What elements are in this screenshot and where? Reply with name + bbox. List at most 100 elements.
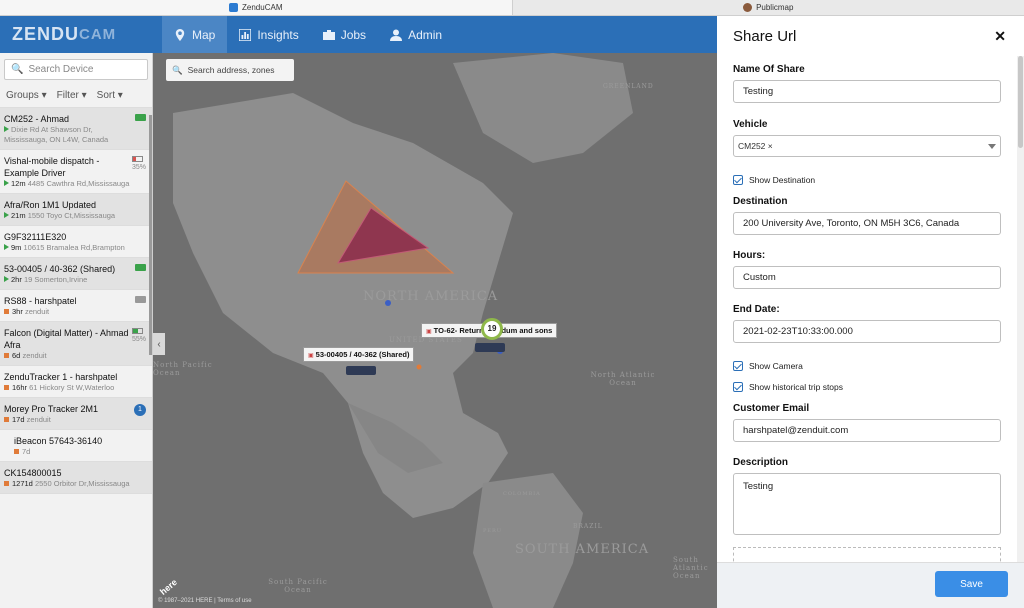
- remove-chip-icon[interactable]: ×: [768, 141, 773, 151]
- zenducam-favicon-icon: [229, 3, 239, 12]
- map-copyright[interactable]: © 1987–2021 HERE | Terms of use: [158, 598, 252, 604]
- customer-email-value: harshpatel@zenduit.com: [743, 425, 849, 436]
- vehicle-map-label[interactable]: ▣ 53-00405 / 40-362 (Shared): [303, 347, 415, 362]
- stopped-icon: [4, 417, 9, 422]
- sidebar-scrollbar[interactable]: [149, 115, 152, 355]
- vehicle-row[interactable]: Vishal-mobile dispatch - Example Driver …: [0, 150, 152, 194]
- browser-tab-publicmap[interactable]: Publicmap: [513, 0, 1024, 15]
- vehicle-meta: 1271d 2550 Orbitor Dr,Mississauga: [4, 479, 134, 489]
- vehicle-name: CM252 - Ahmad: [4, 114, 70, 124]
- logo-main: ZENDU: [12, 24, 79, 44]
- vehicle-row[interactable]: CM252 - Ahmad Dixie Rd At Shawson Dr, Mi…: [0, 108, 152, 150]
- vehicle-time: 6d: [12, 351, 21, 360]
- vehicle-row[interactable]: Falcon (Digital Matter) - Ahmad Afra 6d …: [0, 322, 152, 366]
- map-view[interactable]: 🔍 Search address, zones ‹ GREENLAND NORT…: [153, 53, 717, 608]
- browser-tab-zenducam[interactable]: ZenduCAM: [0, 0, 513, 15]
- vehicle-row[interactable]: Morey Pro Tracker 2M1 17d zenduit 1: [0, 398, 152, 430]
- share-url-panel: Share Url ✕ Name Of Share Testing Vehicl…: [717, 16, 1024, 608]
- vehicle-time: 16hr: [12, 383, 28, 392]
- vehicle-meta: 16hr 61 Hickory St W,Waterloo: [4, 383, 134, 393]
- destination-input[interactable]: 200 University Ave, Toronto, ON M5H 3C6,…: [733, 212, 1001, 235]
- vehicle-row[interactable]: ZenduTracker 1 - harshpatel 16hr 61 Hick…: [0, 366, 152, 398]
- vehicle-meta: 9m 10615 Bramalea Rd,Brampton: [4, 243, 134, 253]
- vehicle-time: 2hr: [11, 275, 22, 284]
- nav-jobs-label: Jobs: [340, 27, 367, 42]
- vehicle-meta: 3hr zenduit: [4, 307, 134, 317]
- filter-dropdown[interactable]: Filter ▾: [57, 90, 87, 101]
- show-trip-stops-label: Show historical trip stops: [749, 382, 844, 392]
- checkbox-checked-icon: [733, 361, 743, 371]
- vehicle-select[interactable]: CM252 ×: [733, 135, 1001, 157]
- vehicle-chip[interactable]: CM252 ×: [738, 141, 773, 151]
- vehicle-address: 19 Somerton,Irvine: [23, 275, 88, 284]
- map-pin-icon: [175, 28, 185, 41]
- vehicle-meta: 17d zenduit: [4, 415, 134, 425]
- panel-title: Share Url: [733, 27, 797, 45]
- show-trip-stops-checkbox[interactable]: Show historical trip stops: [733, 382, 1001, 392]
- camera-tag-icon: ▣: [308, 353, 314, 359]
- battery-level: 55%: [131, 336, 146, 343]
- stopped-icon: [4, 353, 9, 358]
- customer-email-input[interactable]: harshpatel@zenduit.com: [733, 419, 1001, 442]
- vehicle-row[interactable]: Afra/Ron 1M1 Updated 21m 1550 Toyo Ct,Mi…: [0, 194, 152, 226]
- description-textarea[interactable]: Testing: [733, 473, 1001, 535]
- collapse-sidebar-button[interactable]: ‹: [153, 333, 165, 355]
- map-search-input[interactable]: 🔍 Search address, zones: [166, 59, 294, 81]
- vehicle-name: iBeacon 57643-36140: [14, 436, 103, 446]
- show-destination-checkbox[interactable]: Show Destination: [733, 175, 1001, 185]
- vehicle-row[interactable]: 53-00405 / 40-362 (Shared) 2hr 19 Somert…: [0, 258, 152, 290]
- nav-insights[interactable]: Insights: [227, 16, 310, 53]
- name-of-share-input[interactable]: Testing: [733, 80, 1001, 103]
- map-label-colombia: COLOMBIA: [503, 491, 541, 497]
- truck-icon[interactable]: [346, 366, 376, 375]
- vehicle-name: Morey Pro Tracker 2M1: [4, 404, 99, 414]
- nav-map[interactable]: Map: [162, 16, 228, 53]
- name-of-share-value: Testing: [743, 86, 774, 97]
- map-marker[interactable]: [416, 364, 422, 370]
- moving-icon: [4, 180, 9, 186]
- vehicle-name: 53-00405 / 40-362 (Shared): [4, 264, 116, 274]
- groups-label: Groups: [6, 90, 39, 101]
- vehicle-row[interactable]: CK154800015 1271d 2550 Orbitor Dr,Missis…: [0, 462, 152, 494]
- vehicle-address: 61 Hickory St W,Waterloo: [29, 383, 115, 392]
- checkbox-checked-icon: [733, 382, 743, 392]
- vehicle-name: G9F32111E320: [4, 232, 67, 242]
- vehicle-row[interactable]: iBeacon 57643-36140 7d: [0, 430, 152, 462]
- vehicle-address: 1550 Toyo Ct,Mississauga: [27, 211, 116, 220]
- logo-sub: CAM: [79, 26, 117, 43]
- hours-value: Custom: [743, 272, 776, 283]
- save-button[interactable]: Save: [935, 571, 1008, 597]
- vehicle-time: 17d: [12, 415, 25, 424]
- close-icon[interactable]: ✕: [994, 28, 1006, 45]
- vehicle-address: zenduit: [22, 351, 47, 360]
- sort-dropdown[interactable]: Sort ▾: [97, 90, 123, 101]
- vehicle-time: 1271d: [12, 479, 33, 488]
- panel-scrollbar[interactable]: [1017, 56, 1024, 562]
- upload-dropzone[interactable]: [733, 547, 1001, 562]
- nav-admin[interactable]: Admin: [378, 16, 454, 53]
- device-sidebar: 🔍 Search Device Groups ▾ Filter ▾ Sort ▾…: [0, 53, 153, 608]
- notification-badge: 1: [134, 404, 146, 416]
- end-date-label: End Date:: [733, 304, 780, 315]
- nav-insights-label: Insights: [257, 27, 299, 42]
- publicmap-favicon-icon: [743, 3, 753, 12]
- vehicle-row[interactable]: RS88 - harshpatel 3hr zenduit: [0, 290, 152, 322]
- zenducam-logo[interactable]: ZENDU CAM: [0, 16, 162, 53]
- vehicle-name: RS88 - harshpatel: [4, 296, 77, 306]
- nav-jobs[interactable]: Jobs: [311, 16, 378, 53]
- map-search-placeholder: Search address, zones: [187, 65, 275, 75]
- groups-dropdown[interactable]: Groups ▾: [6, 90, 47, 101]
- vehicle-row[interactable]: G9F32111E320 9m 10615 Bramalea Rd,Brampt…: [0, 226, 152, 258]
- truck-icon[interactable]: [475, 343, 505, 352]
- hours-select[interactable]: Custom: [733, 266, 1001, 289]
- vehicle-meta: 12m 4485 Cawthra Rd,Mississauga: [4, 179, 134, 189]
- nav-admin-label: Admin: [408, 27, 443, 42]
- show-camera-checkbox[interactable]: Show Camera: [733, 361, 1001, 371]
- vehicle-cluster[interactable]: 19: [481, 318, 503, 340]
- search-device-input[interactable]: 🔍 Search Device: [4, 59, 148, 80]
- vehicle-address: zenduit: [24, 307, 50, 316]
- panel-header: Share Url ✕: [717, 16, 1024, 56]
- vehicle-time: 12m: [11, 179, 26, 188]
- end-date-input[interactable]: 2021-02-23T10:33:00.000: [733, 320, 1001, 343]
- description-value: Testing: [743, 481, 774, 492]
